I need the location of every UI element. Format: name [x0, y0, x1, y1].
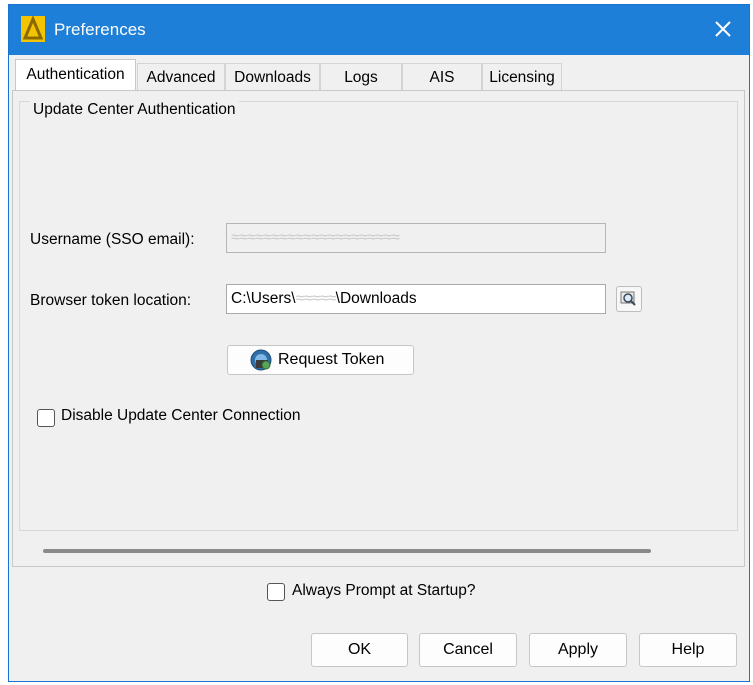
horizontal-scrollbar[interactable] [43, 549, 651, 553]
browser-token-field[interactable]: C:\Users\≈≈≈≈≈\Downloads [226, 284, 606, 314]
tab-bar: Authentication Advanced Downloads Logs A… [12, 59, 746, 91]
always-prompt-label: Always Prompt at Startup? [292, 582, 476, 599]
request-token-button[interactable]: Request Token [227, 345, 414, 375]
browser-path-suffix: \Downloads [335, 290, 417, 307]
update-center-auth-group: Update Center Authentication [19, 101, 738, 531]
authentication-panel: Update Center Authentication Username (S… [12, 90, 745, 567]
close-icon[interactable] [709, 15, 737, 43]
cancel-button[interactable]: Cancel [419, 633, 517, 667]
apply-button[interactable]: Apply [529, 633, 627, 667]
username-field[interactable]: ≈≈≈≈≈≈≈≈≈≈≈≈≈≈≈≈≈≈≈≈≈ [226, 223, 606, 253]
group-title: Update Center Authentication [30, 101, 239, 119]
tab-downloads[interactable]: Downloads [225, 63, 320, 90]
browse-button[interactable] [616, 286, 642, 312]
username-value: ≈≈≈≈≈≈≈≈≈≈≈≈≈≈≈≈≈≈≈≈≈ [231, 229, 400, 246]
help-button[interactable]: Help [639, 633, 737, 667]
app-logo-icon [21, 16, 45, 42]
request-token-icon [250, 349, 272, 371]
request-token-label: Request Token [278, 351, 385, 368]
tab-logs[interactable]: Logs [320, 63, 402, 90]
title-bar[interactable]: Preferences [9, 5, 749, 55]
tab-licensing[interactable]: Licensing [482, 63, 562, 90]
window-title: Preferences [54, 20, 146, 39]
disable-update-center-checkbox[interactable] [37, 409, 55, 427]
tab-advanced[interactable]: Advanced [137, 63, 225, 90]
ok-button[interactable]: OK [311, 633, 408, 667]
browser-token-label: Browser token location: [30, 292, 192, 309]
browse-folder-search-icon [620, 291, 636, 306]
always-prompt-checkbox[interactable] [267, 583, 285, 601]
browser-path-user: ≈≈≈≈≈ [295, 290, 337, 307]
disable-update-center-label: Disable Update Center Connection [61, 407, 301, 424]
browser-path-prefix: C:\Users\ [231, 290, 296, 307]
username-label: Username (SSO email): [30, 231, 195, 248]
tab-ais[interactable]: AIS [402, 63, 482, 90]
tab-authentication[interactable]: Authentication [15, 59, 136, 91]
preferences-dialog: Preferences Authentication Advanced Down… [8, 4, 750, 682]
